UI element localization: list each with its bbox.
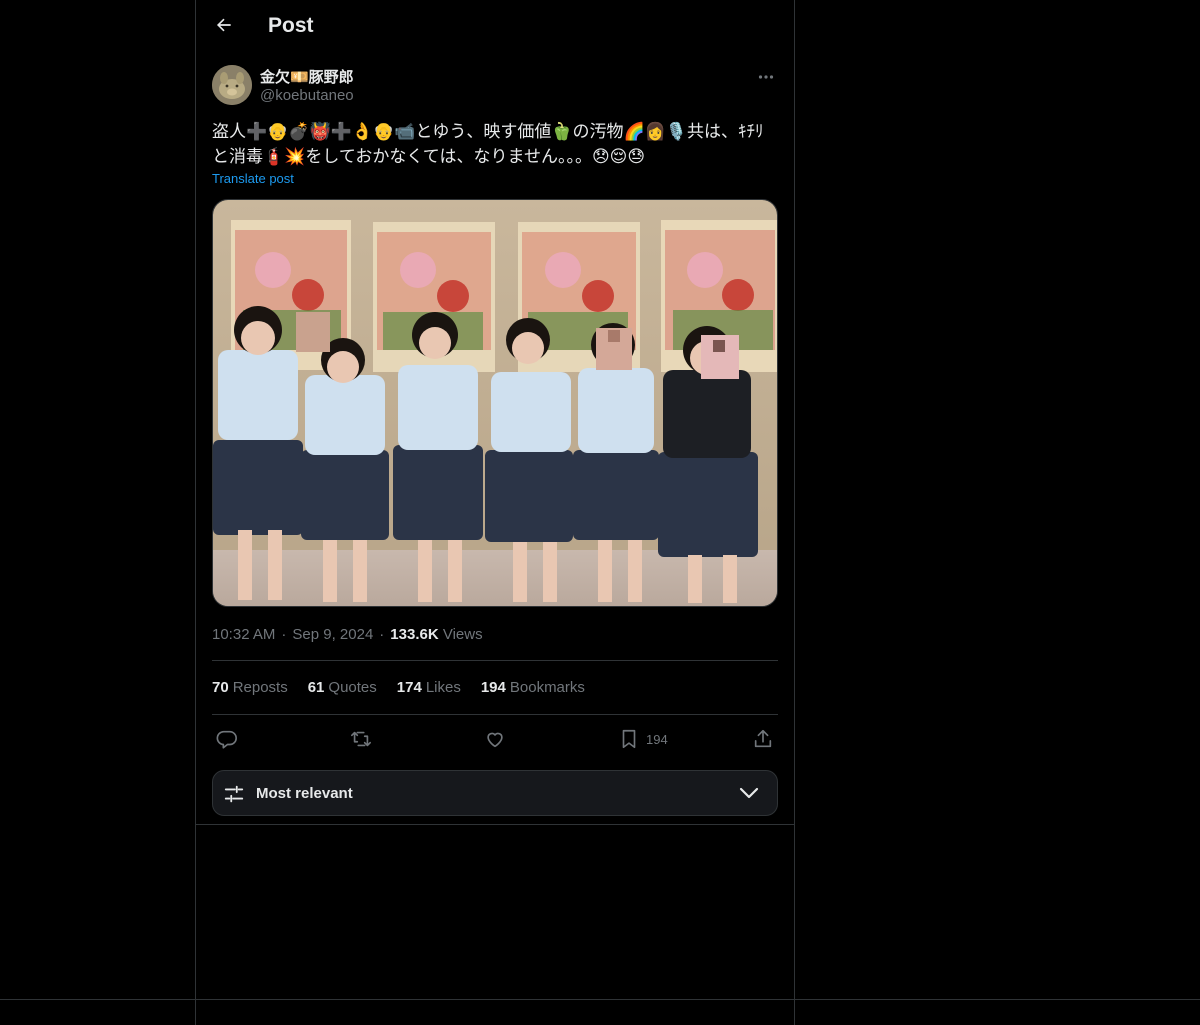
- reposts-stat[interactable]: 70 Reposts: [212, 679, 288, 696]
- meta-separator: ·: [379, 626, 385, 643]
- heart-icon: [484, 728, 506, 750]
- quotes-stat[interactable]: 61 Quotes: [308, 679, 377, 696]
- bookmark-icon: [618, 728, 640, 750]
- views-label: Views: [442, 626, 483, 643]
- quotes-count: 61: [307, 679, 325, 696]
- right-column-border: [794, 0, 795, 1025]
- meta-separator: ·: [281, 626, 287, 643]
- reposts-count: 70: [212, 679, 229, 696]
- repost-button[interactable]: [350, 724, 372, 754]
- pig-avatar-icon: [212, 65, 252, 105]
- divider: [196, 824, 794, 825]
- bottom-border: [0, 999, 1200, 1000]
- bookmark-action-count: 194: [646, 731, 668, 747]
- sort-label: Most relevant: [256, 785, 353, 802]
- bookmarks-stat[interactable]: 194 Bookmarks: [481, 679, 585, 696]
- left-column-border: [195, 0, 196, 1025]
- reply-icon: [216, 728, 238, 750]
- share-icon: [752, 728, 774, 750]
- more-dots-icon: [758, 67, 774, 85]
- author-display-name[interactable]: 金欠💴豚野郎: [260, 66, 354, 87]
- top-bar: Post: [196, 0, 794, 54]
- divider: [212, 714, 778, 715]
- likes-label: Likes: [425, 679, 461, 696]
- chevron-down-icon: [739, 785, 759, 806]
- post-date[interactable]: Sep 9, 2024: [292, 626, 373, 643]
- author-handle[interactable]: @koebutaneo: [260, 87, 354, 104]
- quotes-label: Quotes: [328, 679, 377, 696]
- reply-sort-dropdown[interactable]: Most relevant: [212, 770, 778, 816]
- post-text: 盗人➕👴💣👹➕👌👴📹とゆう、映す価値🫑の汚物🌈👩🎙️共は、ｷﾁﾘと消毒🧯💥をして…: [212, 122, 764, 166]
- reposts-label: Reposts: [232, 679, 288, 696]
- likes-stat[interactable]: 174 Likes: [397, 679, 461, 696]
- back-button[interactable]: [208, 11, 240, 43]
- post-author: 金欠💴豚野郎 @koebutaneo: [212, 64, 778, 108]
- arrow-left-icon: [214, 15, 234, 40]
- divider: [212, 660, 778, 661]
- views-count: 133.6K: [390, 626, 439, 643]
- post-detail-column: Post 金欠💴豚野郎 @koebutaneo 盗人➕👴💣👹➕👌👴📹とゆう、映す…: [196, 0, 794, 825]
- bookmark-button[interactable]: 194: [618, 724, 668, 754]
- bookmarks-label: Bookmarks: [509, 679, 585, 696]
- post-meta: 10:32 AM · Sep 9, 2024 · 133.6K Views: [212, 626, 483, 643]
- post-time[interactable]: 10:32 AM: [212, 626, 275, 643]
- post-stats: 70 Reposts 61 Quotes 174 Likes 194 Bookmarks: [212, 679, 585, 696]
- like-button[interactable]: [484, 724, 506, 754]
- bookmarks-count: 194: [480, 679, 506, 696]
- group-photo-image: [213, 200, 777, 606]
- sliders-icon: [223, 783, 245, 810]
- share-button[interactable]: [752, 724, 774, 754]
- more-options-button[interactable]: [754, 66, 778, 86]
- translate-post-link[interactable]: Translate post: [212, 171, 294, 186]
- repost-icon: [350, 728, 372, 750]
- avatar[interactable]: [212, 65, 252, 105]
- post-actions-bar: 194: [212, 724, 778, 756]
- reply-button[interactable]: [216, 724, 238, 754]
- post-photo[interactable]: [212, 199, 778, 607]
- likes-count: 174: [396, 679, 422, 696]
- page-title: Post: [268, 14, 314, 37]
